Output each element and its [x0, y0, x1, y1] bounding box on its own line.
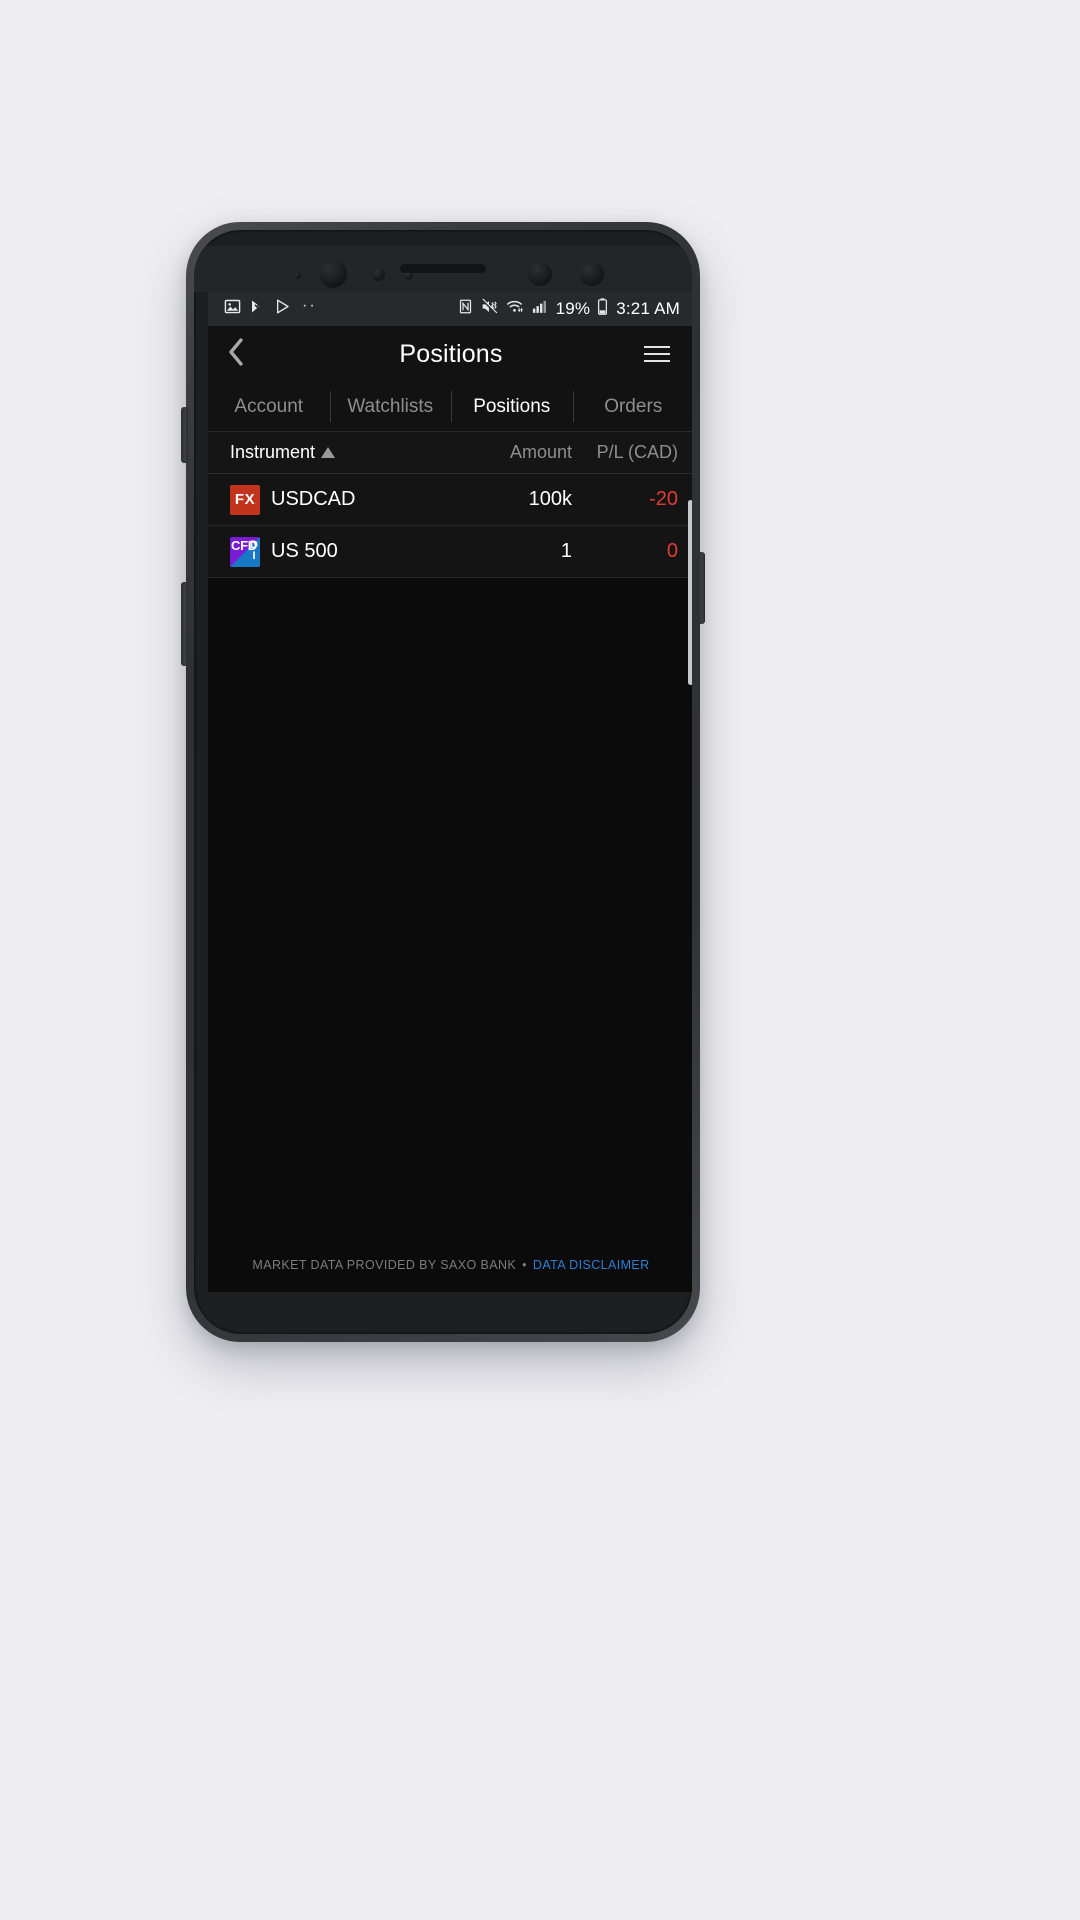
phone-screen: ·· 19% 3:21 AM Positions Account Watchli… [208, 292, 692, 1292]
cfd-badge-sublabel: DI [250, 538, 258, 562]
status-bar-left-icons: ·· [224, 298, 317, 320]
volume-button[interactable] [181, 582, 188, 666]
proximity-sensor [580, 262, 604, 286]
cellular-signal-icon [531, 298, 549, 320]
column-header-amount-label: Amount [509, 442, 572, 462]
wifi-icon [505, 298, 524, 320]
hamburger-menu-button[interactable] [630, 326, 684, 382]
sensor-cluster [194, 246, 692, 292]
tab-watchlists[interactable]: Watchlists [329, 382, 452, 431]
tab-account-label: Account [234, 395, 304, 417]
tab-bar: Account Watchlists Positions Orders [208, 382, 692, 432]
row-amount: 1 [560, 540, 572, 562]
column-header-pl-label: P/L (CAD) [596, 442, 678, 462]
row-instrument-cell: FX USDCAD [230, 484, 452, 515]
play-store-icon [275, 298, 291, 320]
tab-positions[interactable]: Positions [451, 382, 573, 431]
row-instrument-name: USDCAD [271, 488, 356, 510]
column-header-pl[interactable]: P/L (CAD) [572, 442, 678, 463]
nfc-icon [458, 298, 473, 320]
positions-list: FX USDCAD 100k -20 CFD DI US 500 1 0 [208, 474, 692, 685]
phone-device: ·· 19% 3:21 AM Positions Account Watchli… [181, 222, 705, 1342]
earpiece-speaker [400, 264, 486, 273]
power-button[interactable] [698, 552, 705, 624]
table-row[interactable]: CFD DI US 500 1 0 [208, 526, 692, 578]
sort-ascending-icon [321, 447, 336, 458]
vibrate-mute-icon [480, 298, 498, 320]
back-button[interactable] [208, 326, 264, 382]
battery-percent-label: 19% [555, 299, 591, 318]
status-overflow-dots: ·· [302, 297, 317, 314]
chevron-left-icon [228, 337, 244, 371]
app-footer: MARKET DATA PROVIDED BY SAXO BANK • DATA… [208, 1238, 692, 1292]
tab-orders-label: Orders [604, 395, 663, 417]
page-title: Positions [399, 339, 503, 368]
table-column-header: Instrument Amount P/L (CAD) [208, 432, 692, 474]
scrollbar-thumb[interactable] [688, 500, 692, 685]
sensor-dot-small-1 [294, 272, 301, 279]
iris-scanner [528, 262, 552, 286]
row-pl: -20 [649, 488, 678, 510]
tab-watchlists-label: Watchlists [347, 395, 434, 417]
tab-account[interactable]: Account [208, 382, 330, 431]
tab-orders[interactable]: Orders [572, 382, 693, 431]
menu-bar-1 [644, 346, 670, 348]
status-bar: ·· 19% 3:21 AM [208, 292, 692, 326]
row-amount: 100k [528, 488, 572, 510]
empty-content-area [208, 578, 692, 1238]
status-time-label: 3:21 AM [616, 299, 680, 318]
row-instrument-cell: CFD DI US 500 [230, 536, 452, 567]
row-instrument-name: US 500 [271, 540, 338, 562]
battery-icon [597, 298, 608, 320]
cfd-badge-icon: CFD DI [230, 536, 260, 567]
row-pl: 0 [666, 540, 678, 562]
status-bar-right-icons: 19% 3:21 AM [458, 298, 680, 320]
fx-badge-label: FX [234, 491, 256, 508]
fx-badge-icon: FX [230, 484, 260, 515]
phone-bezel: ·· 19% 3:21 AM Positions Account Watchli… [194, 230, 692, 1334]
data-disclaimer-link[interactable]: DATA DISCLAIMER [533, 1258, 650, 1272]
footer-separator: • [522, 1258, 527, 1272]
column-header-amount[interactable]: Amount [452, 442, 572, 463]
front-camera [319, 260, 347, 288]
footer-attribution-text: MARKET DATA PROVIDED BY SAXO BANK [252, 1258, 517, 1272]
column-header-instrument[interactable]: Instrument [230, 442, 452, 463]
bixby-button[interactable] [181, 407, 188, 463]
column-header-instrument-label: Instrument [230, 442, 316, 462]
vlc-icon [250, 298, 266, 320]
table-row[interactable]: FX USDCAD 100k -20 [208, 474, 692, 526]
sensor-dot-small-2 [372, 268, 385, 281]
gallery-icon [224, 298, 241, 320]
tab-positions-label: Positions [473, 395, 551, 417]
menu-bar-3 [644, 360, 670, 362]
hamburger-menu-icon [644, 346, 670, 362]
app-header: Positions [208, 326, 692, 382]
menu-bar-2 [644, 353, 670, 355]
